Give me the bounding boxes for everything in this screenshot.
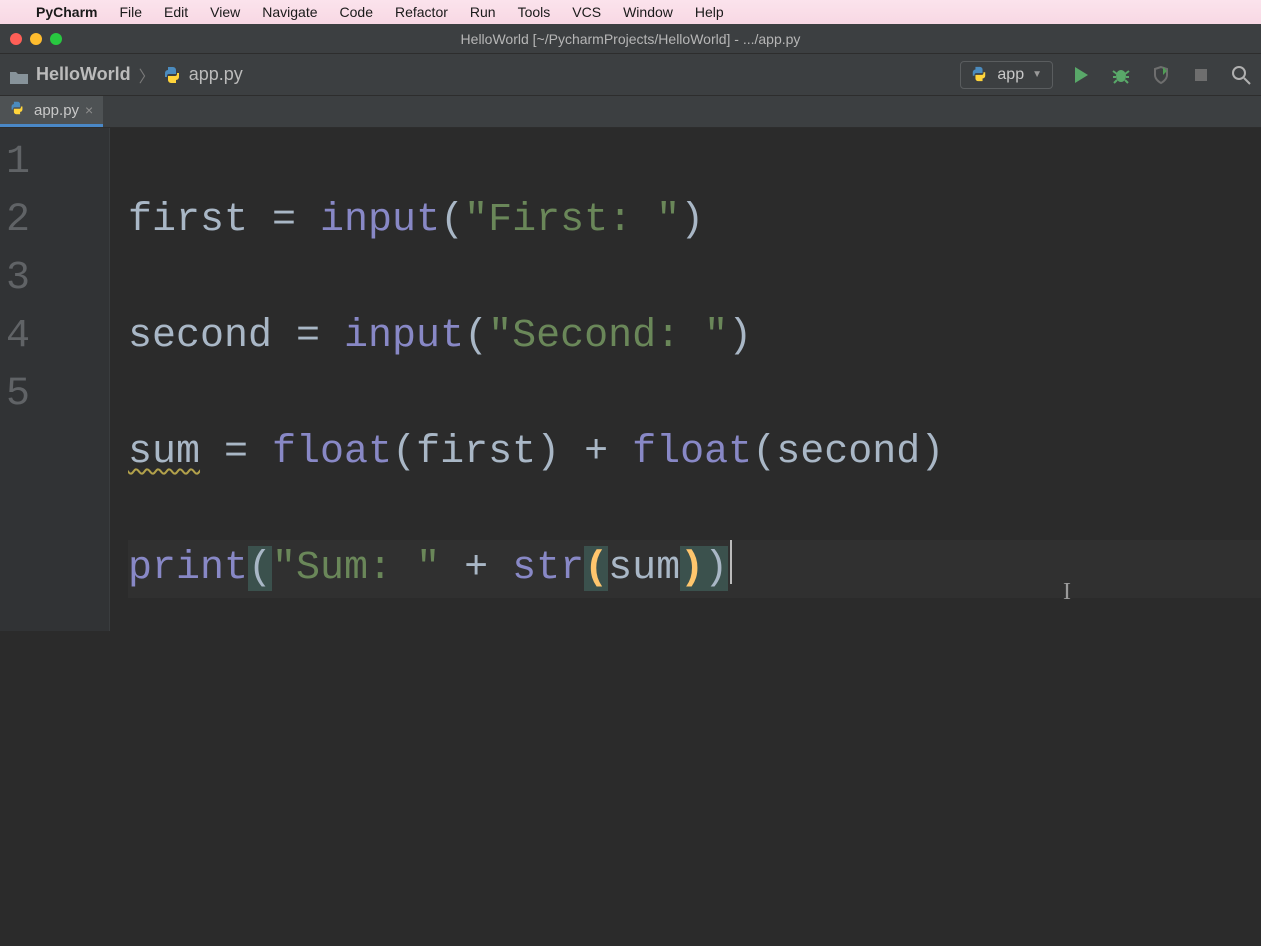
editor-tabs: app.py ×: [0, 96, 1261, 128]
breadcrumb-file[interactable]: app.py: [189, 64, 243, 85]
python-file-icon: [10, 101, 28, 119]
window-titlebar: HelloWorld [~/PycharmProjects/HelloWorld…: [0, 24, 1261, 54]
editor-tab-label: app.py: [34, 102, 79, 119]
mac-menubar: PyCharm File Edit View Navigate Code Ref…: [0, 0, 1261, 24]
traffic-lights: [0, 33, 62, 45]
code-line: [128, 656, 1261, 714]
breadcrumb: HelloWorld 〉 app.py: [10, 63, 243, 87]
breadcrumb-project[interactable]: HelloWorld: [36, 64, 131, 85]
menu-file[interactable]: File: [119, 4, 142, 20]
toolbar-right: app ▼: [960, 61, 1253, 89]
dropdown-triangle-icon: ▼: [1032, 69, 1042, 80]
caret-icon: [730, 540, 732, 584]
chevron-right-icon: 〉: [139, 63, 155, 87]
code-area[interactable]: first = input("First: ") second = input(…: [110, 128, 1261, 631]
line-number[interactable]: 5: [6, 366, 109, 424]
code-line: second = input("Second: "): [128, 308, 1261, 366]
code-line: print("Sum: " + str(sum)): [128, 540, 1261, 598]
search-icon[interactable]: [1229, 63, 1253, 87]
code-line: first = input("First: "): [128, 192, 1261, 250]
window-title: HelloWorld [~/PycharmProjects/HelloWorld…: [0, 31, 1261, 47]
menu-navigate[interactable]: Navigate: [262, 4, 317, 20]
line-number[interactable]: 3: [6, 250, 109, 308]
menu-window[interactable]: Window: [623, 4, 673, 20]
line-number[interactable]: 2: [6, 192, 109, 250]
menu-app-name[interactable]: PyCharm: [36, 4, 97, 20]
menu-view[interactable]: View: [210, 4, 240, 20]
python-icon: [971, 66, 989, 84]
menu-vcs[interactable]: VCS: [572, 4, 601, 20]
folder-icon: [10, 68, 28, 82]
menu-help[interactable]: Help: [695, 4, 724, 20]
editor: 1 2 3 4 5 first = input("First: ") secon…: [0, 128, 1261, 631]
debug-button[interactable]: [1109, 63, 1133, 87]
gutter: 1 2 3 4 5: [0, 128, 110, 631]
python-file-icon: [163, 66, 181, 84]
window-minimize-button[interactable]: [30, 33, 42, 45]
menu-run[interactable]: Run: [470, 4, 496, 20]
stop-button[interactable]: [1189, 63, 1213, 87]
menu-code[interactable]: Code: [340, 4, 373, 20]
run-config-selector[interactable]: app ▼: [960, 61, 1053, 89]
menu-refactor[interactable]: Refactor: [395, 4, 448, 20]
line-number[interactable]: 1: [6, 134, 109, 192]
line-number[interactable]: 4: [6, 308, 109, 366]
close-tab-icon[interactable]: ×: [85, 102, 93, 118]
editor-tab-app[interactable]: app.py ×: [0, 96, 103, 127]
run-config-label: app: [997, 66, 1024, 84]
window-maximize-button[interactable]: [50, 33, 62, 45]
menu-edit[interactable]: Edit: [164, 4, 188, 20]
coverage-button[interactable]: [1149, 63, 1173, 87]
window-close-button[interactable]: [10, 33, 22, 45]
menu-tools[interactable]: Tools: [518, 4, 551, 20]
toolbar: HelloWorld 〉 app.py app ▼: [0, 54, 1261, 96]
run-button[interactable]: [1069, 63, 1093, 87]
text-cursor-icon: I: [1063, 563, 1071, 621]
code-line: sum = float(first) + float(second): [128, 424, 1261, 482]
